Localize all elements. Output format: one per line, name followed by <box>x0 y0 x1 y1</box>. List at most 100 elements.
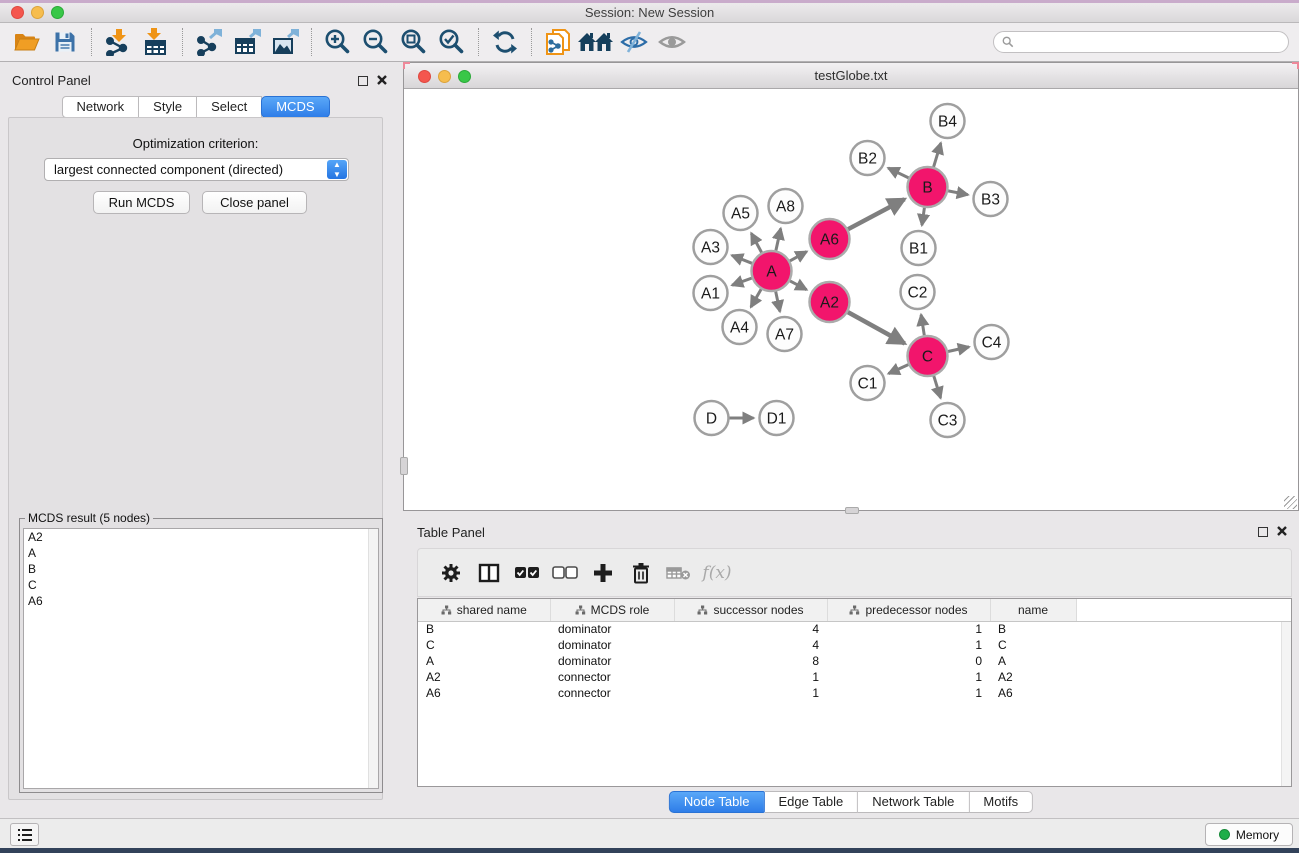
resize-grip-icon[interactable] <box>1284 496 1297 509</box>
graph-node-B1[interactable]: B1 <box>902 231 936 265</box>
graph-node-A2[interactable]: A2 <box>810 282 850 322</box>
tab-select[interactable]: Select <box>197 96 262 118</box>
graph-node-D[interactable]: D <box>695 401 729 435</box>
table-cell[interactable]: B <box>418 621 550 637</box>
table-cell[interactable] <box>1076 637 1291 653</box>
table-cell[interactable]: 4 <box>674 621 827 637</box>
mcds-result-item[interactable]: A <box>24 545 378 561</box>
tab-network-table[interactable]: Network Table <box>858 791 969 813</box>
graph-node-A3[interactable]: A3 <box>694 230 728 264</box>
graph-node-C3[interactable]: C3 <box>931 403 965 437</box>
table-cell[interactable] <box>1076 653 1291 669</box>
show-hidden-button[interactable] <box>653 26 691 58</box>
graph-edge-A-A1[interactable] <box>732 278 752 285</box>
graph-node-A5[interactable]: A5 <box>724 196 758 230</box>
delete-table-button[interactable] <box>660 556 698 590</box>
deselect-all-button[interactable] <box>546 556 584 590</box>
maximize-window-button[interactable] <box>51 6 64 19</box>
tab-motifs[interactable]: Motifs <box>969 791 1033 813</box>
delete-column-button[interactable] <box>622 556 660 590</box>
table-cell[interactable]: dominator <box>550 653 674 669</box>
table-row[interactable]: Cdominator41C <box>418 637 1291 653</box>
table-cell[interactable] <box>1076 621 1291 637</box>
graph-edge-A6-B[interactable] <box>848 199 904 229</box>
zoom-selected-button[interactable] <box>433 26 471 58</box>
close-panel-icon[interactable] <box>1276 525 1288 537</box>
graph-edge-B-B4[interactable] <box>934 143 941 167</box>
open-session-button[interactable] <box>539 26 577 58</box>
graph-node-C1[interactable]: C1 <box>851 366 885 400</box>
table-cell[interactable]: A2 <box>990 669 1076 685</box>
graph-edge-A-A4[interactable] <box>751 289 761 307</box>
graph-node-C[interactable]: C <box>908 336 948 376</box>
table-cell[interactable]: A2 <box>418 669 550 685</box>
graph-edge-C-C2[interactable] <box>921 315 924 336</box>
table-cell[interactable]: 1 <box>674 669 827 685</box>
column-header-shared-name[interactable]: shared name <box>418 599 550 621</box>
tab-node-table[interactable]: Node Table <box>669 791 765 813</box>
table-cell[interactable]: 4 <box>674 637 827 653</box>
network-canvas[interactable]: B4B2BB3A8A5A6A3B1AC2A1A2A4A7C4CC1DD1C3 <box>404 90 1298 510</box>
table-cell[interactable]: 0 <box>827 653 990 669</box>
tab-style[interactable]: Style <box>139 96 197 118</box>
graph-edge-C-C1[interactable] <box>889 365 909 374</box>
mcds-result-list[interactable]: A2ABCA6 <box>23 528 379 789</box>
import-table-button[interactable] <box>137 26 175 58</box>
close-panel-button[interactable]: Close panel <box>202 191 307 214</box>
table-settings-button[interactable] <box>432 556 470 590</box>
graph-node-C2[interactable]: C2 <box>901 275 935 309</box>
graph-edge-A-A3[interactable] <box>732 255 752 263</box>
resize-corner-icon[interactable] <box>1292 62 1299 69</box>
add-column-button[interactable] <box>584 556 622 590</box>
graph-node-A7[interactable]: A7 <box>768 317 802 351</box>
show-columns-button[interactable] <box>470 556 508 590</box>
table-cell[interactable]: dominator <box>550 637 674 653</box>
graph-node-C4[interactable]: C4 <box>975 325 1009 359</box>
network-maximize-button[interactable] <box>458 70 471 83</box>
result-scrollbar[interactable] <box>368 529 378 788</box>
table-cell[interactable]: A6 <box>990 685 1076 701</box>
graph-node-A[interactable]: A <box>752 251 792 291</box>
table-row[interactable]: A6connector11A6 <box>418 685 1291 701</box>
table-cell[interactable] <box>1076 685 1291 701</box>
mcds-result-item[interactable]: A2 <box>24 529 378 545</box>
float-panel-icon[interactable] <box>358 76 368 86</box>
column-header-mcds-role[interactable]: MCDS role <box>550 599 674 621</box>
zoom-out-button[interactable] <box>357 26 395 58</box>
table-cell[interactable]: 1 <box>827 685 990 701</box>
close-panel-icon[interactable] <box>376 74 388 86</box>
graph-edge-A-A7[interactable] <box>776 292 780 312</box>
graph-node-B[interactable]: B <box>908 167 948 207</box>
graph-node-A6[interactable]: A6 <box>810 219 850 259</box>
function-builder-button[interactable]: f(x) <box>698 556 736 590</box>
select-all-button[interactable] <box>508 556 546 590</box>
graph-edge-C-C4[interactable] <box>948 347 969 352</box>
export-table-button[interactable] <box>228 26 266 58</box>
memory-button[interactable]: Memory <box>1205 823 1293 846</box>
float-panel-icon[interactable] <box>1258 527 1268 537</box>
home-button[interactable] <box>577 26 615 58</box>
table-cell[interactable]: connector <box>550 685 674 701</box>
graph-edge-C-C3[interactable] <box>934 376 941 398</box>
graph-node-A4[interactable]: A4 <box>723 310 757 344</box>
refresh-button[interactable] <box>486 26 524 58</box>
import-network-button[interactable] <box>99 26 137 58</box>
graph-node-D1[interactable]: D1 <box>760 401 794 435</box>
graph-node-B4[interactable]: B4 <box>931 104 965 138</box>
tab-network[interactable]: Network <box>61 96 139 118</box>
table-cell[interactable]: connector <box>550 669 674 685</box>
table-row[interactable]: A2connector11A2 <box>418 669 1291 685</box>
table-cell[interactable]: dominator <box>550 621 674 637</box>
table-cell[interactable]: 1 <box>827 637 990 653</box>
network-graph[interactable]: B4B2BB3A8A5A6A3B1AC2A1A2A4A7C4CC1DD1C3 <box>404 90 1298 510</box>
search-input[interactable] <box>1019 35 1280 49</box>
table-cell[interactable]: C <box>418 637 550 653</box>
table-row[interactable]: Adominator80A <box>418 653 1291 669</box>
table-cell[interactable]: 1 <box>827 669 990 685</box>
graph-edge-A2-C[interactable] <box>848 312 905 343</box>
resize-corner-icon[interactable] <box>403 62 410 69</box>
horizontal-scrollbar-thumb[interactable] <box>845 507 859 514</box>
table-cell[interactable]: A6 <box>418 685 550 701</box>
graph-node-B3[interactable]: B3 <box>974 182 1008 216</box>
search-box[interactable] <box>993 31 1289 53</box>
